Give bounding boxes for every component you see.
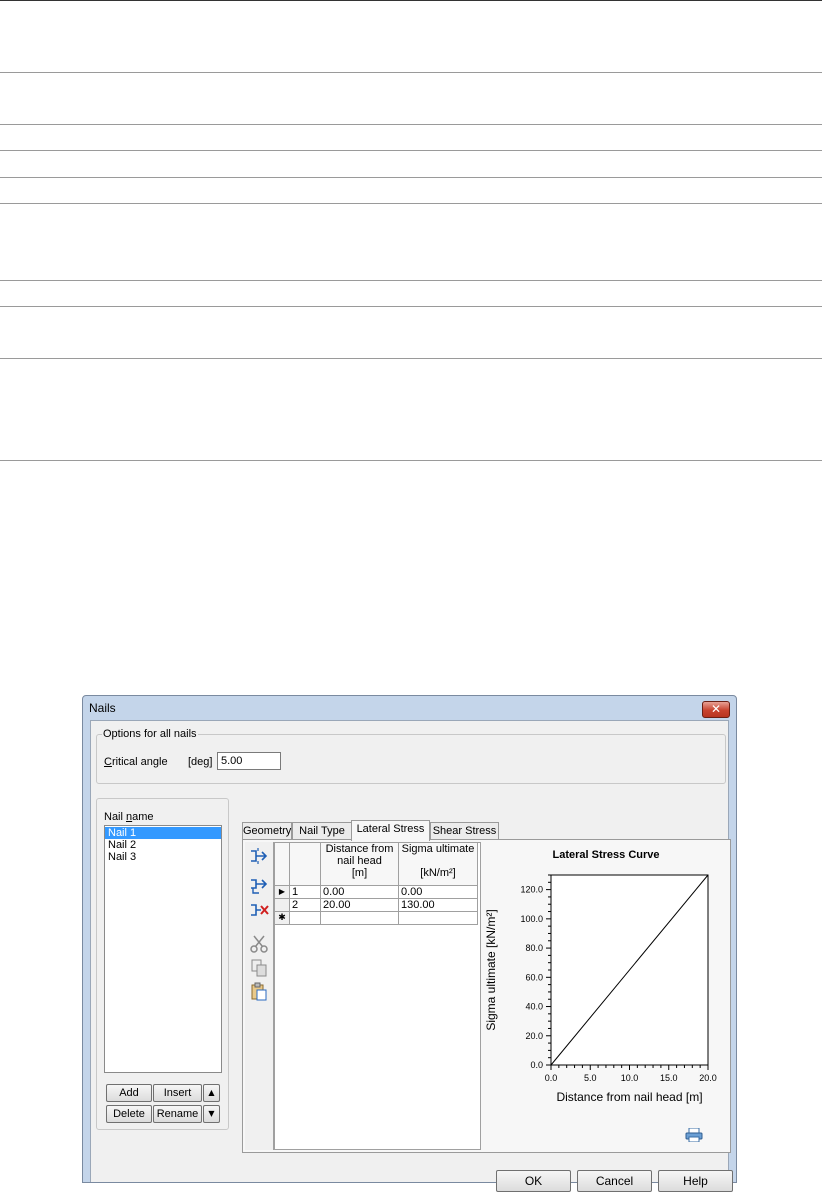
distance-column-header[interactable]: Distance from nail head [m] xyxy=(320,843,399,886)
close-button[interactable]: ✕ xyxy=(702,701,730,718)
distance-cell[interactable]: 20.00 xyxy=(320,898,399,912)
insert-row-icon[interactable] xyxy=(249,846,269,866)
critical-angle-label-mnemonic: C xyxy=(104,756,112,768)
nail-name-label-suffix: ame xyxy=(132,811,154,823)
critical-angle-value: 5.00 xyxy=(221,755,243,767)
tab-geometry[interactable]: Geometry xyxy=(242,822,292,840)
x-tick-label: 10.0 xyxy=(621,1073,639,1083)
row-index: 1 xyxy=(289,885,321,899)
lateral-stress-chart: Lateral Stress Curve 0.0 5.0 10.0 15.0 20.0 … xyxy=(483,842,729,1150)
y-tick-label: 100.0 xyxy=(520,914,543,924)
delete-nail-button[interactable]: Delete xyxy=(106,1105,152,1123)
y-tick-label: 120.0 xyxy=(520,885,543,895)
y-tick-label: 80.0 xyxy=(525,943,543,953)
grid-corner-cell xyxy=(275,843,290,886)
distance-cell[interactable]: 0.00 xyxy=(320,885,399,899)
y-axis-label: Sigma ultimate [kN/m²] xyxy=(484,909,498,1030)
grid-toolbar xyxy=(245,842,274,1150)
nail-name-label-prefix: Nail xyxy=(104,811,127,823)
table-row[interactable]: ▶ 1 0.00 0.00 xyxy=(275,885,478,899)
grid-header-row: Distance from nail head [m] Sigma ultima… xyxy=(275,843,478,886)
new-row[interactable]: ✱ xyxy=(275,911,478,925)
document-rule xyxy=(0,280,822,281)
tab-nail-type[interactable]: Nail Type xyxy=(292,822,352,840)
x-tick-label: 20.0 xyxy=(699,1073,717,1083)
table-row[interactable]: 2 20.00 130.00 xyxy=(275,898,478,912)
document-rule xyxy=(0,358,822,359)
nail-list-group: Nail name Nail 1 Nail 2 Nail 3 Add Inser… xyxy=(96,798,229,1130)
copy-icon[interactable] xyxy=(249,958,269,978)
options-group: Options for all nails Critical angle [de… xyxy=(96,728,726,784)
row-index: 2 xyxy=(289,898,321,912)
current-row-marker-icon: ▶ xyxy=(275,885,290,899)
document-rule xyxy=(0,177,822,178)
y-tick-label: 40.0 xyxy=(525,1002,543,1012)
x-axis-ticks: 0.0 5.0 10.0 15.0 20.0 xyxy=(545,1065,717,1083)
sigma-cell[interactable] xyxy=(398,911,478,925)
cancel-button[interactable]: Cancel xyxy=(577,1170,652,1192)
chart-plot: 0.0 5.0 10.0 15.0 20.0 0.0 20.0 40.0 60.0 80.0 10… xyxy=(484,874,717,1104)
options-group-legend: Options for all nails xyxy=(102,728,198,740)
dialog-title: Nails xyxy=(89,701,116,715)
y-tick-label: 0.0 xyxy=(530,1060,543,1070)
row-index xyxy=(289,911,321,925)
nail-list-item[interactable]: Nail 2 xyxy=(105,839,221,851)
document-rule xyxy=(0,306,822,307)
critical-angle-input[interactable]: 5.00 xyxy=(217,752,281,770)
new-row-marker-icon: ✱ xyxy=(275,911,290,925)
lateral-stress-grid[interactable]: Distance from nail head [m] Sigma ultima… xyxy=(274,842,481,1150)
help-button[interactable]: Help xyxy=(658,1170,733,1192)
document-rule xyxy=(0,124,822,125)
ok-button[interactable]: OK xyxy=(496,1170,571,1192)
header-line: [kN/m²] xyxy=(420,867,456,879)
row-selector xyxy=(275,898,290,912)
y-axis-ticks: 0.0 20.0 40.0 60.0 80.0 100.0 120.0 xyxy=(520,874,551,1070)
critical-angle-label: Critical angle xyxy=(104,756,168,768)
cut-icon[interactable] xyxy=(249,934,269,954)
title-bar[interactable]: Nails ✕ xyxy=(83,696,736,720)
nails-dialog: Nails ✕ Options for all nails Critical a… xyxy=(82,695,737,1192)
x-tick-label: 5.0 xyxy=(584,1073,597,1083)
header-line: [m] xyxy=(351,867,368,879)
nail-list-item[interactable]: Nail 1 xyxy=(105,827,221,839)
header-line xyxy=(401,855,475,867)
close-icon: ✕ xyxy=(710,702,722,716)
sigma-cell[interactable]: 130.00 xyxy=(398,898,478,912)
move-down-button[interactable]: ▼ xyxy=(203,1105,220,1123)
tab-lateral-stress[interactable]: Lateral Stress xyxy=(351,820,430,841)
paste-icon[interactable] xyxy=(249,982,269,1002)
y-tick-label: 60.0 xyxy=(525,972,543,982)
tab-shear-stress[interactable]: Shear Stress xyxy=(430,822,499,840)
critical-angle-label-text: ritical angle xyxy=(111,756,168,768)
append-row-icon[interactable] xyxy=(249,876,269,896)
rename-nail-button[interactable]: Rename xyxy=(153,1105,202,1123)
distance-cell[interactable] xyxy=(320,911,399,925)
sigma-cell[interactable]: 0.00 xyxy=(398,885,478,899)
add-nail-button[interactable]: Add xyxy=(106,1084,152,1102)
header-line: nail head xyxy=(337,855,382,867)
nail-name-label: Nail name xyxy=(104,811,154,823)
nail-listbox[interactable]: Nail 1 Nail 2 Nail 3 xyxy=(104,825,222,1073)
document-rule xyxy=(0,0,822,1)
sigma-column-header[interactable]: Sigma ultimate [kN/m²] xyxy=(398,843,478,886)
header-line: Distance from xyxy=(325,843,394,855)
x-tick-label: 15.0 xyxy=(660,1073,678,1083)
critical-angle-unit: [deg] xyxy=(188,756,213,768)
nail-list-item[interactable]: Nail 3 xyxy=(105,851,221,863)
document-rule xyxy=(0,460,822,461)
insert-nail-button[interactable]: Insert xyxy=(153,1084,202,1102)
document-rule xyxy=(0,72,822,73)
move-up-button[interactable]: ▲ xyxy=(203,1084,220,1102)
x-tick-label: 0.0 xyxy=(545,1073,558,1083)
y-tick-label: 20.0 xyxy=(525,1031,543,1041)
header-line: Sigma ultimate xyxy=(401,843,475,855)
lateral-stress-panel: Distance from nail head [m] Sigma ultima… xyxy=(242,839,731,1153)
x-axis-label: Distance from nail head [m] xyxy=(556,1090,702,1104)
document-rule xyxy=(0,203,822,204)
delete-row-icon[interactable] xyxy=(249,900,269,920)
dialog-client-area: Options for all nails Critical angle [de… xyxy=(90,720,733,1192)
print-icon[interactable] xyxy=(685,1127,703,1143)
grid-index-header xyxy=(289,843,321,886)
document-rule xyxy=(0,150,822,151)
